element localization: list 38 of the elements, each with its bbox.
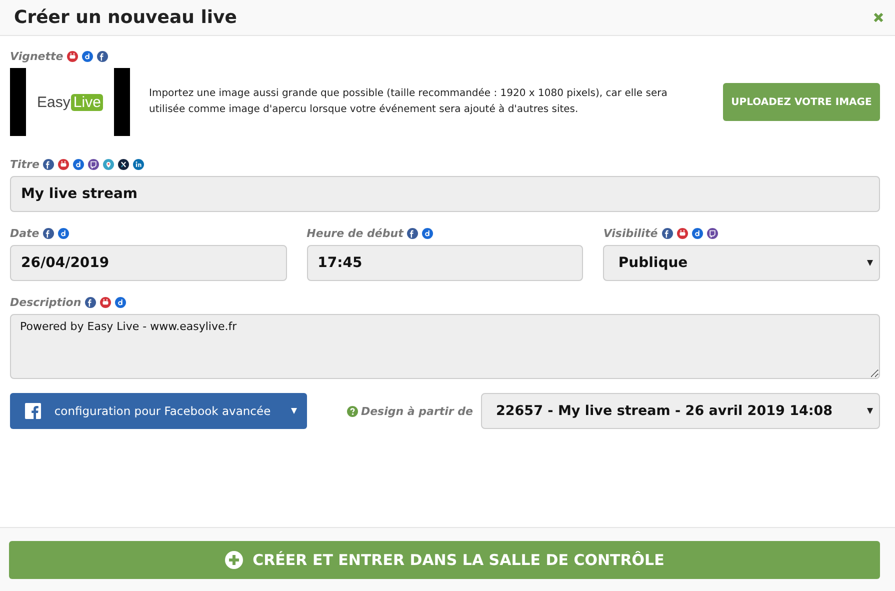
facebook-icon bbox=[662, 228, 673, 239]
linkedin-icon bbox=[133, 159, 144, 170]
caret-icon bbox=[867, 408, 873, 414]
facebook-icon bbox=[25, 403, 41, 419]
field-label: Design à partir de bbox=[360, 404, 473, 418]
dailymotion-icon bbox=[692, 228, 703, 239]
field-label: Date bbox=[10, 227, 40, 240]
dailymotion-icon bbox=[422, 228, 434, 239]
design-select[interactable]: 22657 - My live stream - 26 avril 2019 14:08 bbox=[481, 393, 880, 429]
twitch-icon bbox=[706, 228, 718, 239]
field-label: Vignette bbox=[10, 50, 64, 63]
plus-icon bbox=[224, 550, 243, 568]
title-input[interactable]: My live stream bbox=[10, 176, 880, 212]
time-input[interactable]: 17:45 bbox=[306, 245, 584, 281]
date-input[interactable]: 26/04/2019 bbox=[10, 245, 287, 281]
field-label: Titre bbox=[10, 158, 40, 171]
field-label: Visibilité bbox=[603, 227, 658, 240]
field-label: Description bbox=[10, 296, 82, 309]
caret-icon bbox=[867, 260, 874, 266]
facebook-icon bbox=[43, 228, 54, 239]
dailymotion-icon bbox=[73, 159, 84, 170]
visibility-select[interactable]: Publique bbox=[603, 245, 880, 281]
help-icon[interactable] bbox=[346, 406, 358, 416]
facebook-icon bbox=[85, 297, 96, 308]
dailymotion-icon bbox=[58, 228, 70, 239]
dailymotion-icon bbox=[82, 51, 94, 62]
logo: Easy Live bbox=[37, 94, 103, 110]
field-label: Heure de début bbox=[306, 227, 404, 240]
close-icon[interactable] bbox=[873, 12, 884, 23]
upload-hint: Importez une image aussi grande que possible (taille recommandée : 1920 x 1080 pixels), car elle sera utilisée comme image d'apercu lorsque votre événement sera ajouté à d'autres sites. bbox=[149, 87, 668, 117]
dailymotion-icon bbox=[115, 297, 126, 308]
description-textarea[interactable]: Powered by Easy Live - www.easylive.fr bbox=[10, 314, 880, 379]
twitch-icon bbox=[88, 159, 100, 170]
facebook-config-button[interactable]: configuration pour Facebook avancée bbox=[10, 393, 307, 429]
facebook-icon bbox=[97, 51, 108, 62]
dialog-title: Créer un nouveau live bbox=[14, 7, 237, 28]
facebook-icon bbox=[407, 228, 418, 239]
facebook-icon bbox=[43, 159, 54, 170]
